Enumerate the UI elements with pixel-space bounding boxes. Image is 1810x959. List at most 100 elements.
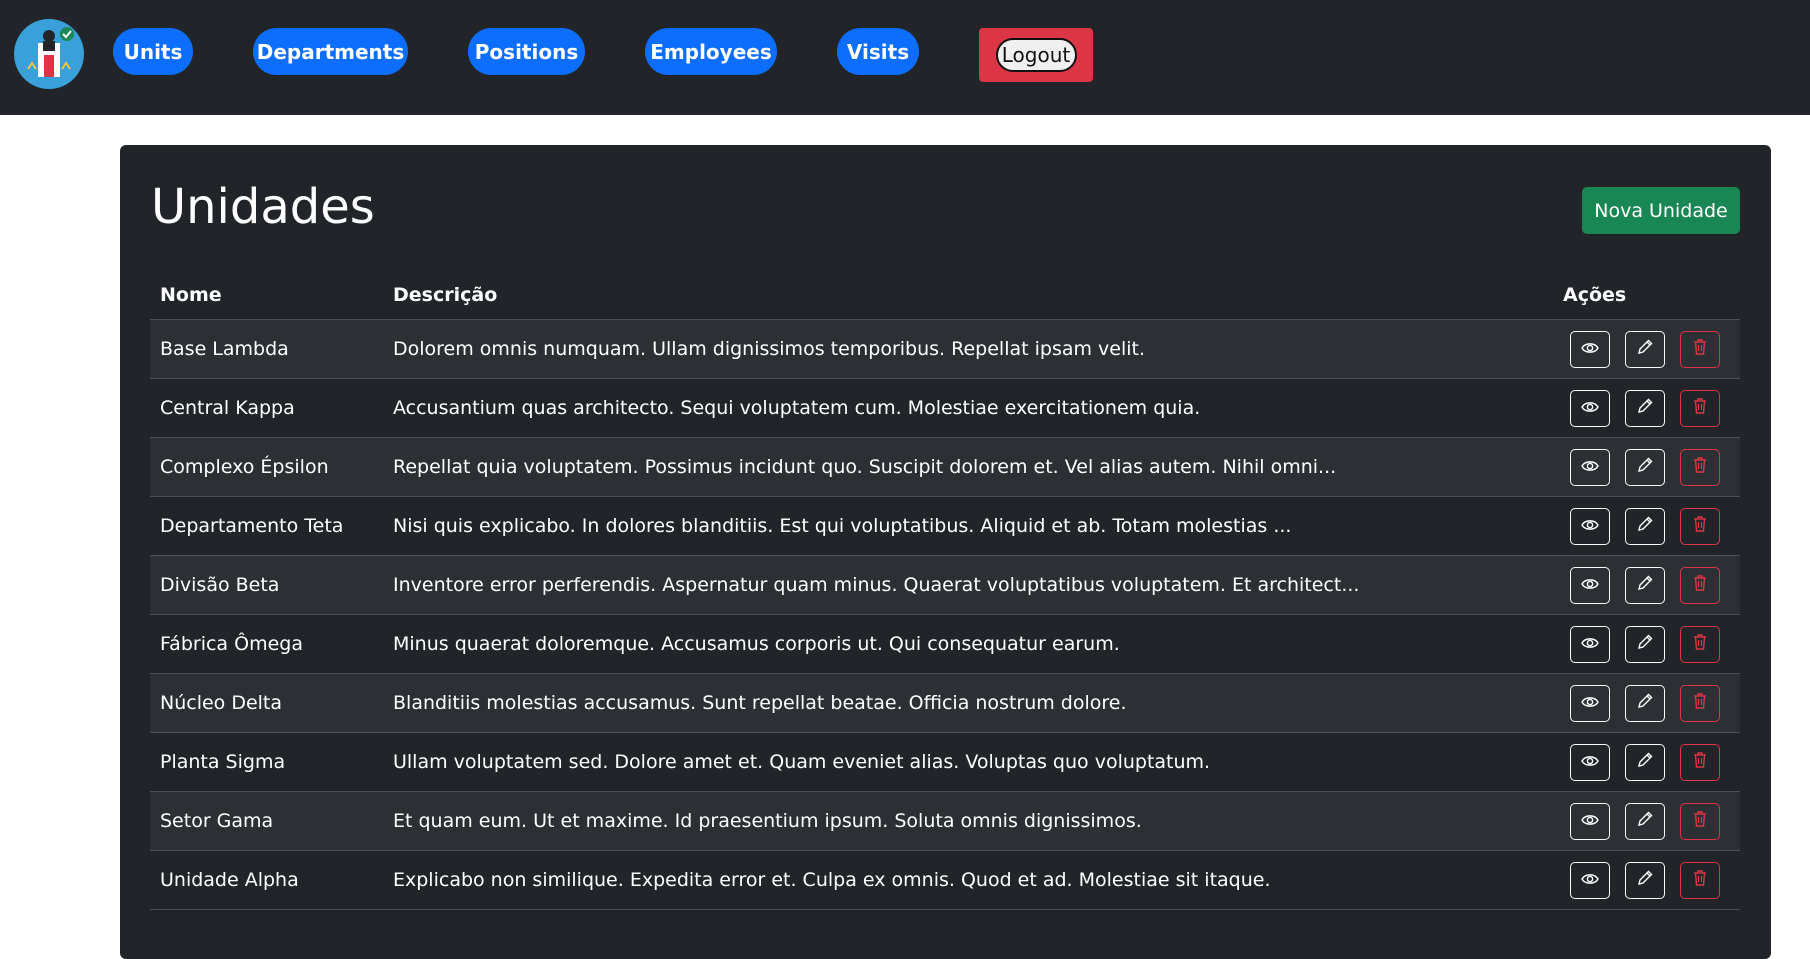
delete-button[interactable] [1680, 566, 1720, 604]
logout-button[interactable]: Logout [995, 38, 1077, 72]
unit-name: Central Kappa [160, 397, 295, 419]
view-button[interactable] [1570, 389, 1610, 427]
table-row: Departamento Teta Nisi quis explicabo. In… [150, 497, 1740, 556]
row-actions [1553, 389, 1740, 427]
view-button[interactable] [1570, 448, 1610, 486]
unit-name: Fábrica Ômega [160, 633, 303, 655]
edit-button[interactable] [1625, 566, 1665, 604]
edit-button[interactable] [1625, 507, 1665, 545]
pencil-icon [1636, 574, 1654, 597]
unit-description: Et quam eum. Ut et maxime. Id praesentiu… [393, 810, 1142, 832]
delete-button[interactable] [1680, 861, 1720, 899]
table-row: Divisão Beta Inventore error perferendis.… [150, 556, 1740, 615]
eye-icon [1581, 574, 1599, 596]
nav-departments[interactable]: Departments [253, 28, 408, 75]
nav-employees[interactable]: Employees [645, 28, 777, 75]
row-actions [1553, 330, 1740, 368]
delete-button[interactable] [1680, 802, 1720, 840]
delete-button[interactable] [1680, 389, 1720, 427]
trash-icon [1692, 869, 1708, 892]
row-actions [1553, 743, 1740, 781]
view-button[interactable] [1570, 802, 1610, 840]
unit-description: Repellat quia voluptatem. Possimus incid… [393, 456, 1337, 478]
trash-icon [1692, 574, 1708, 597]
row-actions [1553, 802, 1740, 840]
trash-icon [1692, 515, 1708, 538]
pencil-icon [1636, 869, 1654, 892]
edit-button[interactable] [1625, 448, 1665, 486]
delete-button[interactable] [1680, 625, 1720, 663]
edit-button[interactable] [1625, 802, 1665, 840]
edit-button[interactable] [1625, 861, 1665, 899]
trash-icon [1692, 397, 1708, 420]
unit-description: Accusantium quas architecto. Sequi volup… [393, 397, 1201, 419]
pencil-icon [1636, 338, 1654, 361]
unit-name: Planta Sigma [160, 751, 286, 773]
view-button[interactable] [1570, 566, 1610, 604]
app-logo[interactable] [14, 19, 84, 89]
delete-button[interactable] [1680, 507, 1720, 545]
trash-icon [1692, 810, 1708, 833]
delete-button[interactable] [1680, 743, 1720, 781]
unit-description: Explicabo non similique. Expedita error … [393, 869, 1271, 891]
header-description: Descrição [393, 283, 498, 306]
delete-button[interactable] [1680, 448, 1720, 486]
trash-icon [1692, 692, 1708, 715]
pencil-icon [1636, 456, 1654, 479]
logout-container: Logout [979, 28, 1093, 82]
table-header: Nome Descrição Ações [150, 270, 1740, 320]
unit-name: Núcleo Delta [160, 692, 283, 714]
unit-name: Unidade Alpha [160, 869, 299, 891]
table-row: Setor Gama Et quam eum. Ut et maxime. Id … [150, 792, 1740, 851]
edit-button[interactable] [1625, 625, 1665, 663]
unit-description: Blanditiis molestias accusamus. Sunt rep… [393, 692, 1127, 714]
unit-description: Nisi quis explicabo. In dolores blanditi… [393, 515, 1292, 537]
new-unit-button[interactable]: Nova Unidade [1582, 187, 1740, 234]
header-name: Nome [160, 283, 222, 306]
table-body: Base Lambda Dolorem omnis numquam. Ullam … [150, 320, 1740, 910]
eye-icon [1581, 338, 1599, 360]
eye-icon [1581, 456, 1599, 478]
unit-name: Divisão Beta [160, 574, 280, 596]
row-actions [1553, 507, 1740, 545]
row-actions [1553, 625, 1740, 663]
header-actions: Ações [1563, 283, 1627, 306]
eye-icon [1581, 869, 1599, 891]
nav-positions[interactable]: Positions [468, 28, 585, 75]
row-actions [1553, 448, 1740, 486]
unit-name: Setor Gama [160, 810, 274, 832]
delete-button[interactable] [1680, 684, 1720, 722]
edit-button[interactable] [1625, 684, 1665, 722]
view-button[interactable] [1570, 684, 1610, 722]
unit-name: Base Lambda [160, 338, 289, 360]
unit-description: Minus quaerat doloremque. Accusamus corp… [393, 633, 1120, 655]
table-row: Fábrica Ômega Minus quaerat doloremque. A… [150, 615, 1740, 674]
edit-button[interactable] [1625, 330, 1665, 368]
eye-icon [1581, 397, 1599, 419]
pencil-icon [1636, 692, 1654, 715]
trash-icon [1692, 338, 1708, 361]
view-button[interactable] [1570, 330, 1610, 368]
pencil-icon [1636, 397, 1654, 420]
nav-visits[interactable]: Visits [837, 28, 919, 75]
page-title: Unidades [151, 179, 375, 235]
unit-name: Departamento Teta [160, 515, 344, 537]
view-button[interactable] [1570, 743, 1610, 781]
nav-units[interactable]: Units [113, 28, 193, 75]
top-navbar: Units Departments Positions Employees Vi… [0, 0, 1810, 115]
delete-button[interactable] [1680, 330, 1720, 368]
table-row: Complexo Épsilon Repellat quia voluptatem… [150, 438, 1740, 497]
table-row: Unidade Alpha Explicabo non similique. Ex… [150, 851, 1740, 910]
edit-button[interactable] [1625, 743, 1665, 781]
view-button[interactable] [1570, 861, 1610, 899]
table-row: Núcleo Delta Blanditiis molestias accusam… [150, 674, 1740, 733]
table-row: Central Kappa Accusantium quas architecto… [150, 379, 1740, 438]
pencil-icon [1636, 810, 1654, 833]
eye-icon [1581, 633, 1599, 655]
pencil-icon [1636, 515, 1654, 538]
view-button[interactable] [1570, 625, 1610, 663]
edit-button[interactable] [1625, 389, 1665, 427]
eye-icon [1581, 692, 1599, 714]
eye-icon [1581, 751, 1599, 773]
view-button[interactable] [1570, 507, 1610, 545]
